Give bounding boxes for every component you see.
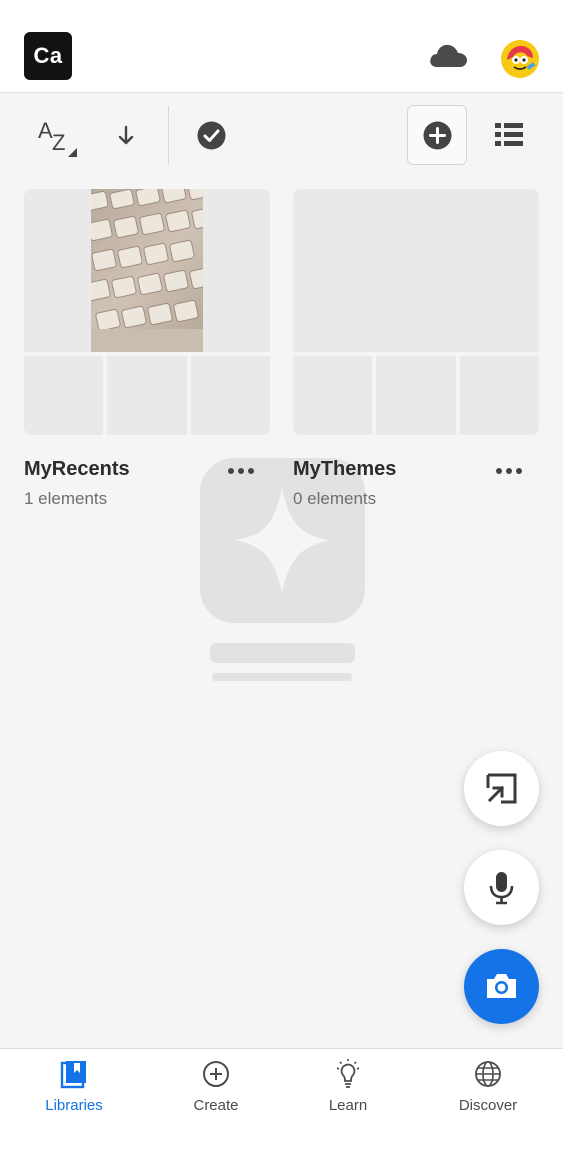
camera-capture-button[interactable] (464, 949, 539, 1024)
avatar[interactable] (501, 40, 539, 78)
microphone-icon (489, 872, 514, 905)
library-thumbnail-slot (191, 356, 270, 435)
nav-item-libraries[interactable]: Libraries (14, 1049, 134, 1129)
sort-triangle (68, 148, 77, 157)
library-card-myrecents[interactable] (24, 189, 270, 435)
nav-label: Learn (328, 1097, 368, 1114)
cloud-icon[interactable] (428, 42, 468, 68)
sort-az-icon[interactable]: A Z (38, 118, 82, 158)
library-count: 0 elements (293, 489, 377, 508)
sort-letter-z: Z (52, 130, 66, 155)
dot (248, 468, 254, 474)
lightbulb-icon (336, 1059, 360, 1088)
toolbar-divider (168, 106, 169, 164)
library-thumbnail-main (293, 189, 539, 352)
app-logo[interactable]: Ca (24, 32, 72, 80)
keyboard-photo-thumbnail (83, 189, 217, 352)
library-thumbnail-main (24, 189, 270, 352)
nav-item-learn[interactable]: Learn (288, 1049, 408, 1129)
nav-item-create[interactable]: Create (156, 1049, 276, 1129)
dot (228, 468, 234, 474)
library-thumbnail-slot (24, 356, 103, 435)
toolbar: A Z (0, 94, 563, 178)
library-card-mythemes[interactable] (293, 189, 539, 435)
keyboard-keys-image (83, 189, 217, 352)
library-title[interactable]: MyRecents (24, 458, 130, 481)
screen-capture-icon (486, 773, 517, 804)
list-view-icon[interactable] (495, 122, 523, 148)
dot (516, 468, 522, 474)
library-count: 1 elements (24, 489, 108, 508)
add-library-button[interactable] (407, 105, 467, 165)
library-title[interactable]: MyThemes (293, 458, 396, 481)
more-options-icon[interactable] (226, 465, 256, 477)
top-bar: Ca (0, 0, 563, 93)
nav-label: Discover (458, 1097, 518, 1114)
nav-item-discover[interactable]: Discover (428, 1049, 548, 1129)
camera-icon (487, 974, 516, 998)
bottom-navigation: Libraries Create Learn Discover (0, 1048, 563, 1153)
voice-input-button[interactable] (464, 850, 539, 925)
check-circle-icon[interactable] (197, 121, 226, 150)
avatar-image (501, 40, 539, 78)
library-thumbnail-slot (460, 356, 539, 435)
library-thumbnail-slot (376, 356, 456, 435)
nav-label: Create (193, 1097, 239, 1114)
add-circle-icon (423, 121, 452, 150)
dot (496, 468, 502, 474)
sort-letter-a: A (38, 118, 53, 143)
globe-icon (475, 1061, 501, 1087)
more-options-icon[interactable] (494, 465, 524, 477)
arrow-down-icon[interactable] (116, 124, 136, 148)
plus-circle-icon (203, 1061, 229, 1087)
dot (238, 468, 244, 474)
nav-label: Libraries (45, 1097, 103, 1114)
library-thumbnail-slot (107, 356, 187, 435)
dot (506, 468, 512, 474)
library-thumbnail-slot (293, 356, 372, 435)
screen-capture-button[interactable] (464, 751, 539, 826)
libraries-icon (60, 1061, 86, 1089)
